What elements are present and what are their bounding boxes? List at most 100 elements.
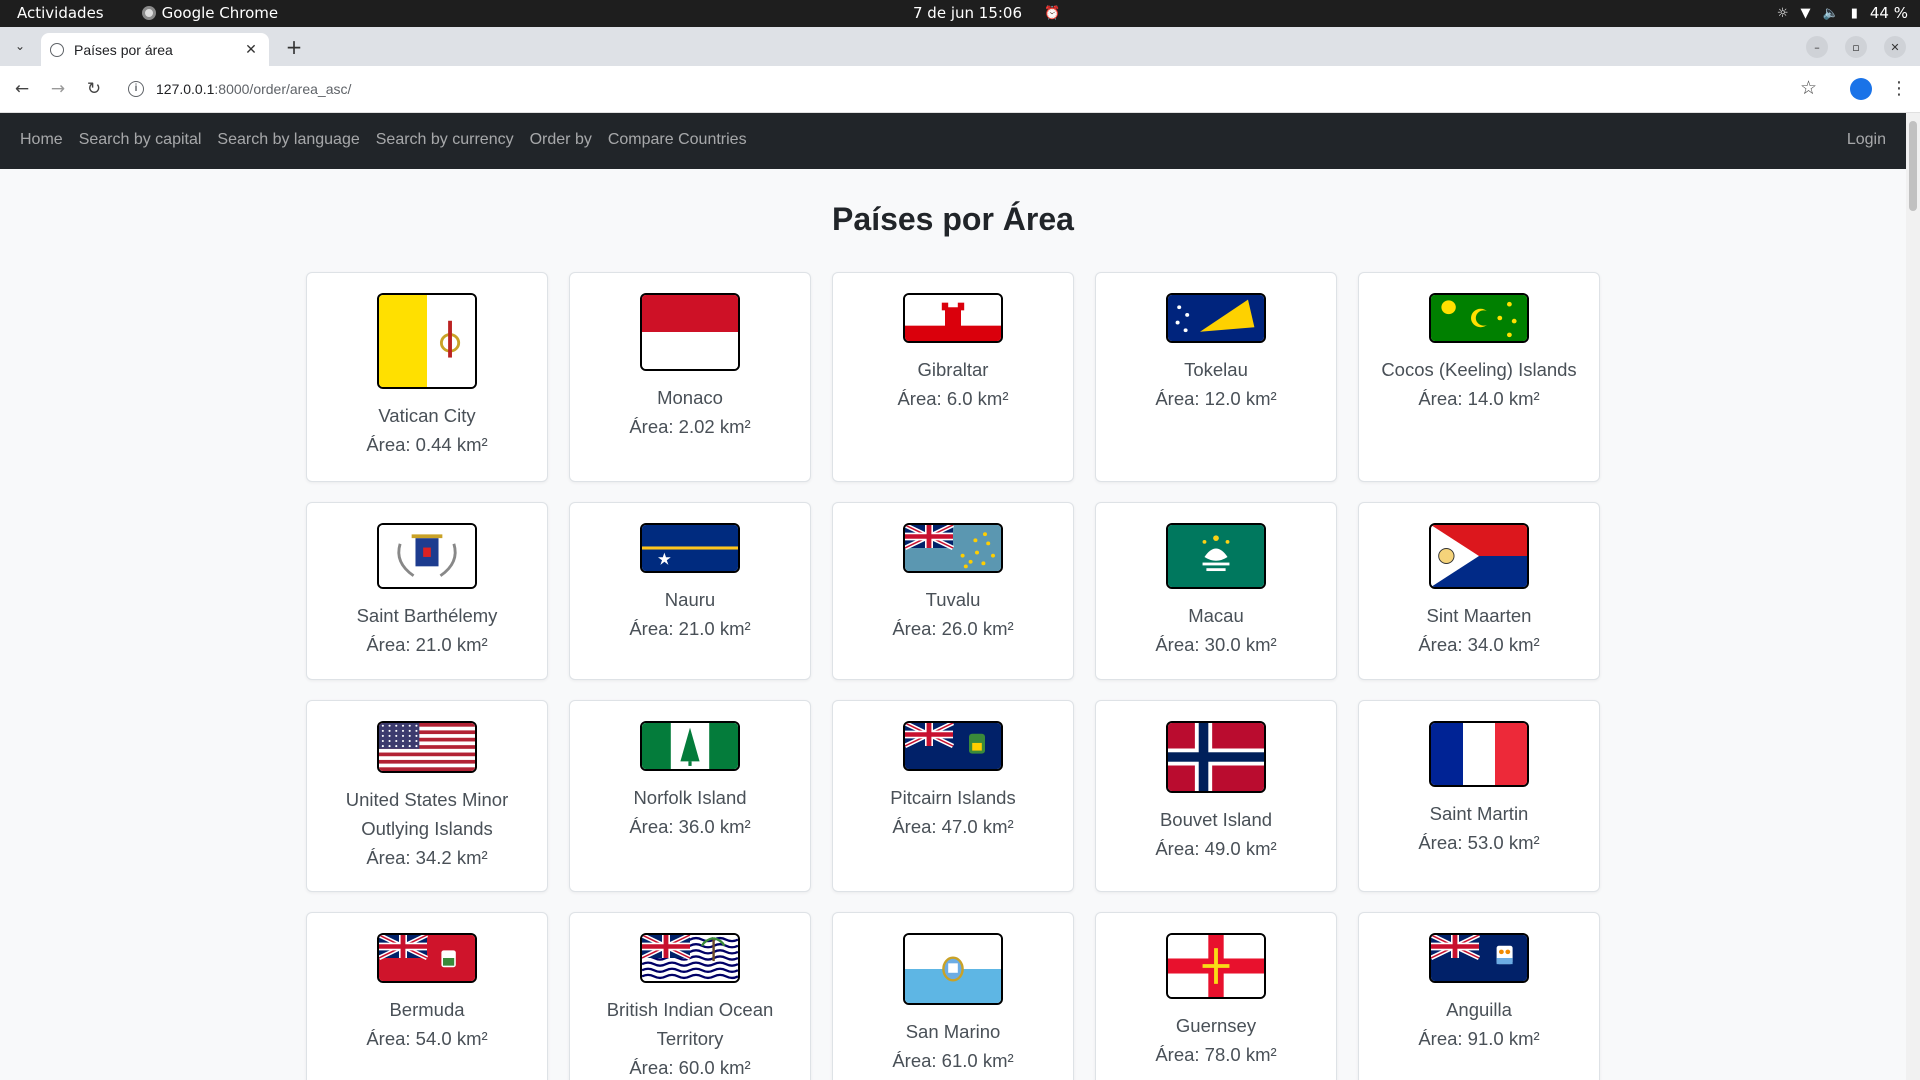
country-name: Vatican City	[378, 405, 476, 426]
country-area: Área: 61.0 km²	[892, 1050, 1014, 1071]
active-tab[interactable]: Países por área ✕	[41, 33, 269, 66]
nav-search-by-language[interactable]: Search by language	[217, 131, 359, 149]
tuvalu-flag	[903, 523, 1003, 573]
macau-flag	[1166, 523, 1266, 589]
reload-icon[interactable]: ↻	[82, 77, 106, 101]
country-area: Área: 36.0 km²	[629, 816, 751, 837]
url-host: 127.0.0.1	[156, 81, 215, 97]
scrollbar-thumb[interactable]	[1909, 121, 1917, 211]
page-viewport: Home Search by capital Search by languag…	[0, 113, 1906, 1080]
close-window-button[interactable]: ✕	[1884, 36, 1906, 58]
country-card[interactable]: Pitcairn Islands Área: 47.0 km²	[832, 700, 1074, 892]
country-name: Saint Barthélemy	[356, 605, 498, 626]
nauru-flag	[640, 523, 740, 573]
page-title: Países por Área	[832, 201, 1074, 237]
country-name: Bouvet Island	[1159, 809, 1273, 830]
saint-barthelemy-flag	[377, 523, 477, 589]
vatican-flag	[377, 293, 477, 389]
country-card[interactable]: United States Minor Outlying Islands Área…	[306, 700, 548, 892]
new-tab-button[interactable]: +	[283, 35, 305, 59]
gibraltar-flag	[903, 293, 1003, 343]
sint-maarten-flag	[1429, 523, 1529, 589]
clock-text: 7 de jun 15:06	[913, 4, 1023, 22]
nav-order-by[interactable]: Order by	[530, 131, 592, 149]
url-path: :8000/order/area_asc/	[214, 81, 352, 97]
country-area: Área: 21.0 km²	[629, 618, 751, 639]
tokelau-flag	[1166, 293, 1266, 343]
bouvet-island-flag	[1166, 721, 1266, 793]
country-card[interactable]: Saint Barthélemy Área: 21.0 km²	[306, 502, 548, 680]
wifi-icon: ▼	[1800, 5, 1811, 21]
country-card[interactable]: Monaco Área: 2.02 km²	[569, 272, 811, 482]
country-card[interactable]: British Indian Ocean Territory Área: 60.0…	[569, 912, 811, 1080]
back-icon[interactable]: ←	[10, 77, 34, 101]
page-scrollbar[interactable]	[1906, 113, 1920, 1080]
country-area: Área: 91.0 km²	[1418, 1028, 1540, 1049]
bermuda-flag	[377, 933, 477, 983]
nav-links: Home Search by capital Search by languag…	[20, 131, 747, 149]
tab-search-button[interactable]: ⌄	[9, 35, 31, 57]
nav-home[interactable]: Home	[20, 131, 63, 149]
country-card[interactable]: Anguilla Área: 91.0 km²	[1358, 912, 1600, 1080]
country-area: Área: 6.0 km²	[897, 388, 1009, 409]
profile-avatar-icon[interactable]	[1850, 78, 1872, 100]
country-area: Área: 34.2 km²	[366, 847, 488, 868]
nav-search-by-currency[interactable]: Search by currency	[376, 131, 514, 149]
country-name: Tokelau	[1184, 359, 1248, 380]
country-card[interactable]: Nauru Área: 21.0 km²	[569, 502, 811, 680]
country-card[interactable]: Bermuda Área: 54.0 km²	[306, 912, 548, 1080]
country-name: Monaco	[657, 387, 723, 408]
minimize-button[interactable]: –	[1806, 36, 1828, 58]
forward-icon[interactable]: →	[46, 77, 70, 101]
country-name: San Marino	[905, 1021, 1001, 1042]
country-area: Área: 34.0 km²	[1418, 634, 1540, 655]
battery-level: 44 %	[1869, 4, 1908, 22]
country-card[interactable]: Guernsey Área: 78.0 km²	[1095, 912, 1337, 1080]
country-card[interactable]: Gibraltar Área: 6.0 km²	[832, 272, 1074, 482]
nav-search-by-capital[interactable]: Search by capital	[79, 131, 202, 149]
maximize-button[interactable]: ▫	[1845, 36, 1867, 58]
saint-martin-flag	[1429, 721, 1529, 787]
country-card[interactable]: Bouvet Island Área: 49.0 km²	[1095, 700, 1337, 892]
tab-title: Países por área	[74, 41, 173, 58]
country-card[interactable]: Tokelau Área: 12.0 km²	[1095, 272, 1337, 482]
system-menu[interactable]: ☼ ▼ 🔈 ▮ 44 %	[1777, 4, 1908, 22]
app-name: Google Chrome	[161, 4, 279, 22]
country-area: Área: 14.0 km²	[1418, 388, 1540, 409]
norfolk-island-flag	[640, 721, 740, 771]
country-name: Norfolk Island	[633, 787, 747, 808]
country-name: Cocos (Keeling) Islands	[1381, 359, 1577, 380]
app-menu[interactable]: Google Chrome	[141, 4, 279, 22]
address-bar[interactable]: i 127.0.0.1:8000/order/area_asc/	[118, 72, 1798, 106]
nav-login[interactable]: Login	[1847, 131, 1886, 149]
chrome-menu-icon[interactable]: ⋮	[1890, 78, 1908, 99]
bookmark-star-icon[interactable]: ☆	[1800, 77, 1817, 99]
system-top-bar: Actividades Google Chrome 7 de jun 15:06…	[0, 0, 1920, 27]
country-card[interactable]: Macau Área: 30.0 km²	[1095, 502, 1337, 680]
battery-icon: ▮	[1850, 5, 1858, 21]
site-info-icon[interactable]: i	[128, 81, 144, 97]
alarm-icon: ⏰	[1044, 5, 1061, 21]
close-tab-icon[interactable]: ✕	[241, 42, 261, 58]
country-card[interactable]: San Marino Área: 61.0 km²	[832, 912, 1074, 1080]
country-card[interactable]: Vatican City Área: 0.44 km²	[306, 272, 548, 482]
country-name: Anguilla	[1446, 999, 1512, 1020]
country-area: Área: 53.0 km²	[1418, 832, 1540, 853]
country-area: Área: 60.0 km²	[629, 1057, 751, 1078]
country-name: Macau	[1188, 605, 1244, 626]
country-card[interactable]: Norfolk Island Área: 36.0 km²	[569, 700, 811, 892]
activities-button[interactable]: Actividades	[17, 4, 104, 22]
country-name: Bermuda	[389, 999, 465, 1020]
tab-strip: ⌄ Países por área ✕ + – ▫ ✕	[0, 27, 1920, 66]
country-area: Área: 78.0 km²	[1155, 1044, 1277, 1065]
country-name: Gibraltar	[917, 359, 989, 380]
country-area: Área: 49.0 km²	[1155, 838, 1277, 859]
clock-button[interactable]: 7 de jun 15:06 ⏰	[913, 4, 1060, 22]
country-card[interactable]: Saint Martin Área: 53.0 km²	[1358, 700, 1600, 892]
nav-compare-countries[interactable]: Compare Countries	[608, 131, 747, 149]
country-card[interactable]: Tuvalu Área: 26.0 km²	[832, 502, 1074, 680]
us-minor-islands-flag	[377, 721, 477, 773]
country-card[interactable]: Sint Maarten Área: 34.0 km²	[1358, 502, 1600, 680]
cocos-islands-flag	[1429, 293, 1529, 343]
country-card[interactable]: Cocos (Keeling) Islands Área: 14.0 km²	[1358, 272, 1600, 482]
